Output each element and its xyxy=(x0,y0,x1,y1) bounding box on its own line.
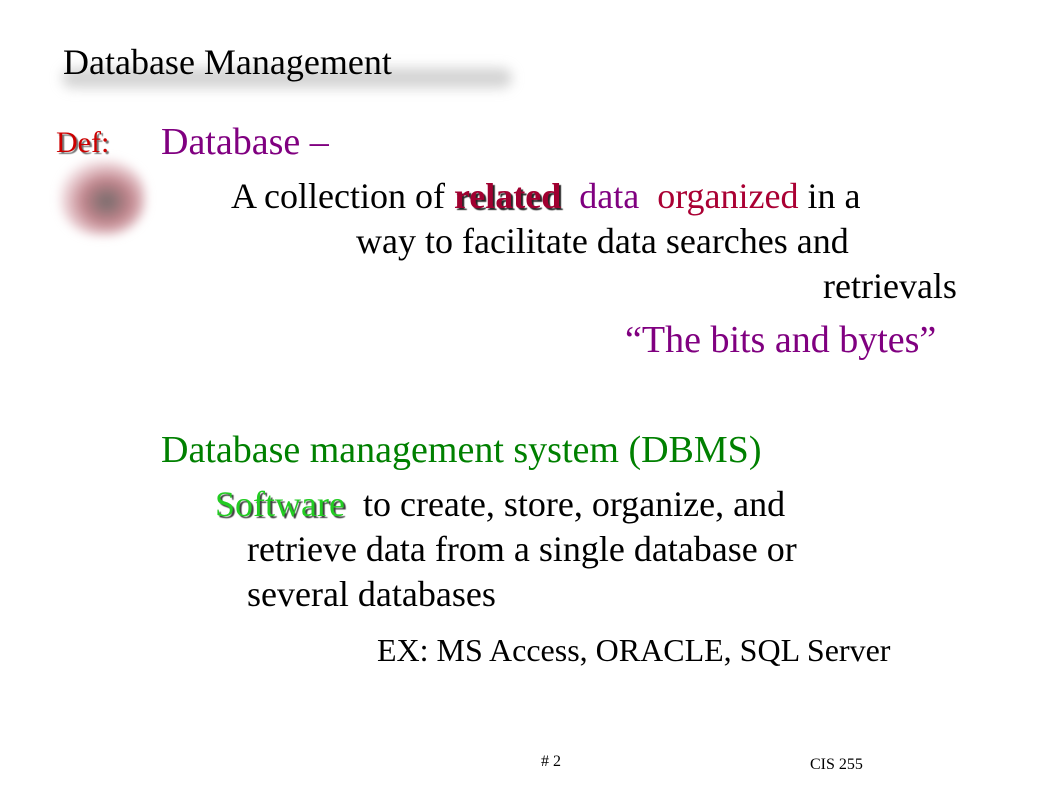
page-number: # 2 xyxy=(541,753,561,770)
related-emphasis: related xyxy=(453,176,562,216)
database-definition-line-1: A collection of related data organized i… xyxy=(231,174,860,218)
definition-prefix: A collection of xyxy=(231,176,454,216)
definition-suffix: in a xyxy=(798,176,861,216)
database-note: “The bits and bytes” xyxy=(625,319,937,361)
database-definition-line-2: way to facilitate data searches and xyxy=(356,221,849,261)
dbms-definition-line-3: several databases xyxy=(247,574,496,614)
database-term: Database – xyxy=(161,121,329,163)
dbms-examples: EX: MS Access, ORACLE, SQL Server xyxy=(377,632,891,668)
dbms-definition-line-1: Software to create, store, organize, and xyxy=(215,482,785,526)
data-emphasis: data xyxy=(579,176,640,216)
dbms-definition-line-2: retrieve data from a single database or xyxy=(247,529,797,569)
software-emphasis: Software xyxy=(215,484,345,524)
organized-emphasis: organized xyxy=(657,176,799,216)
definition-label: Def: xyxy=(56,126,110,159)
slide-title: Database Management xyxy=(63,42,392,82)
dbms-term: Database management system (DBMS) xyxy=(161,429,762,471)
database-definition-line-3: retrievals xyxy=(823,266,957,306)
course-code: CIS 255 xyxy=(810,756,863,773)
dbms-definition-suffix: to create, store, organize, and xyxy=(344,484,786,524)
definition-clipart-image xyxy=(60,160,145,235)
